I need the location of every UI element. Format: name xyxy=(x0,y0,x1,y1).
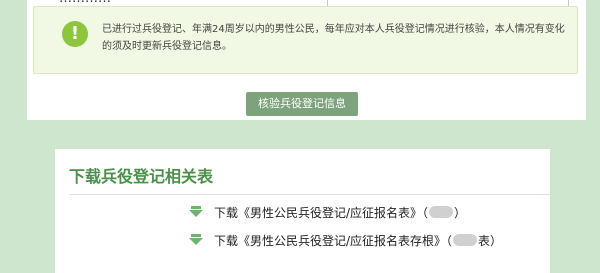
download-link-suffix: ） xyxy=(454,205,467,220)
verify-registration-button[interactable]: 核验兵役登记信息 xyxy=(246,92,358,116)
notice-box: ! 已进行过兵役登记、年满24周岁以内的男性公民，每年应对本人兵役登记情况进行核… xyxy=(33,6,578,74)
notice-text: 已进行过兵役登记、年满24周岁以内的男性公民，每年应对本人兵役登记情况进行核验，… xyxy=(102,24,565,52)
download-link-suffix: 表） xyxy=(478,233,503,248)
download-icon xyxy=(189,205,203,219)
downloads-panel: 下载兵役登记相关表 下载《男性公民兵役登记/应征报名表》（ ） 下载《男性公民兵役… xyxy=(55,149,550,273)
download-link-text: 下载《男性公民兵役登记/应征报名表存根》（ xyxy=(214,233,453,248)
exclamation-icon: ! xyxy=(62,21,88,47)
download-link-registration-stub[interactable]: 下载《男性公民兵役登记/应征报名表存根》（ 表） xyxy=(189,230,502,250)
download-link-registration-form[interactable]: 下载《男性公民兵役登记/应征报名表》（ ） xyxy=(189,202,466,222)
blurred-text xyxy=(453,234,478,246)
download-link-text: 下载《男性公民兵役登记/应征报名表》（ xyxy=(214,205,429,220)
section-title: 下载兵役登记相关表 xyxy=(69,167,214,186)
registration-panel: ………… ! 已进行过兵役登记、年满24周岁以内的男性公民，每年应对本人兵役登记… xyxy=(27,0,586,120)
title-divider xyxy=(69,194,550,195)
blurred-text xyxy=(429,206,454,218)
download-icon xyxy=(189,233,203,247)
